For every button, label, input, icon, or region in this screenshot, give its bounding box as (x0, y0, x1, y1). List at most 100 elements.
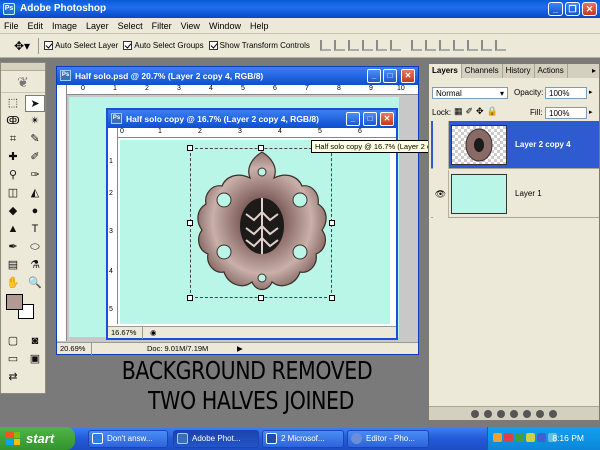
transform-handle[interactable] (187, 220, 193, 226)
status-arrow-icon[interactable]: ▶ (237, 343, 243, 355)
adjustment-layer-icon[interactable] (510, 409, 518, 418)
blur-tool-icon[interactable]: ◆ (3, 203, 23, 220)
status-arrow-icon[interactable]: ◉ (150, 327, 157, 339)
tab-layers[interactable]: Layers (429, 64, 462, 78)
menu-help[interactable]: Help (250, 21, 269, 31)
distribute-buttons[interactable] (410, 40, 506, 51)
hand-tool-icon[interactable]: ✋ (3, 275, 23, 292)
document-title-bar[interactable]: Ps Half solo copy @ 16.7% (Layer 2 copy … (108, 110, 396, 128)
tray-icon[interactable] (504, 433, 513, 442)
menu-filter[interactable]: Filter (152, 21, 172, 31)
shape-tool-icon[interactable]: ⬭ (25, 239, 45, 256)
marquee-tool-icon[interactable]: ⬚ (3, 95, 23, 112)
tab-actions[interactable]: Actions (535, 64, 568, 78)
new-group-icon[interactable] (523, 409, 531, 418)
show-transform-controls-checkbox[interactable] (208, 41, 218, 50)
transform-handle[interactable] (329, 220, 335, 226)
transform-handle[interactable] (329, 295, 335, 301)
menu-window[interactable]: Window (209, 21, 241, 31)
foreground-color-swatch[interactable] (6, 294, 23, 310)
standard-mode-icon[interactable]: ▢ (3, 333, 23, 350)
tray-icon[interactable] (515, 433, 524, 442)
layer-name[interactable]: Layer 1 (515, 170, 542, 218)
transform-handle[interactable] (187, 145, 193, 151)
eye-icon[interactable]: 👁 (433, 170, 449, 218)
layer-mask-icon[interactable] (497, 409, 505, 418)
tray-icon[interactable] (537, 433, 546, 442)
healing-brush-icon[interactable]: ✚ (3, 149, 23, 166)
zoom-tool-icon[interactable]: 🔍 (25, 275, 45, 292)
opacity-arrow-icon[interactable]: ▸ (589, 88, 593, 96)
doc-maximize-button[interactable]: □ (363, 112, 377, 126)
type-tool-icon[interactable]: T (25, 221, 45, 238)
taskbar-item-editor[interactable]: Editor - Pho... (347, 430, 429, 448)
layer-style-icon[interactable] (484, 409, 492, 418)
bucket-tool-icon[interactable]: ◭ (25, 185, 45, 202)
doc-close-button[interactable]: ✕ (401, 69, 415, 83)
menu-file[interactable]: File (4, 21, 19, 31)
transform-handle[interactable] (187, 295, 193, 301)
close-button[interactable]: ✕ (582, 2, 597, 16)
layer-row-layer-1[interactable]: 👁 Layer 1 (431, 170, 599, 218)
menu-view[interactable]: View (181, 21, 200, 31)
doc-maximize-button[interactable]: □ (383, 69, 397, 83)
magic-wand-tool-icon[interactable]: ✴ (25, 113, 45, 130)
menu-image[interactable]: Image (52, 21, 77, 31)
visibility-toggle[interactable] (433, 121, 449, 169)
doc-close-button[interactable]: ✕ (380, 112, 394, 126)
canvas-front[interactable] (120, 140, 390, 324)
fill-arrow-icon[interactable]: ▸ (589, 108, 593, 116)
history-brush-icon[interactable]: ✑ (25, 167, 45, 184)
screen-mode-icon[interactable]: ▭ (3, 351, 23, 368)
move-tool-icon[interactable]: ➤ (25, 95, 45, 112)
taskbar-item-adobe-photoshop[interactable]: Adobe Phot... (173, 430, 259, 448)
path-select-icon[interactable]: ▲ (3, 221, 23, 238)
tray-icon[interactable] (493, 433, 502, 442)
panel-menu-icon[interactable]: ▸ (589, 64, 599, 78)
tray-icon[interactable] (526, 433, 535, 442)
menu-edit[interactable]: Edit (28, 21, 44, 31)
pen-tool-icon[interactable]: ✒ (3, 239, 23, 256)
move-tool-icon[interactable]: ✥▾ (14, 39, 30, 53)
layer-name[interactable]: Layer 2 copy 4 (515, 121, 571, 169)
crop-tool-icon[interactable]: ⌗ (3, 131, 23, 148)
taskbar-item-dont-answer[interactable]: Don't answ... (88, 430, 168, 448)
jump-to-imageready-icon[interactable]: ⇄ (3, 369, 23, 386)
new-layer-icon[interactable] (536, 409, 544, 418)
fill-input[interactable]: 100% (545, 107, 587, 119)
tab-history[interactable]: History (503, 64, 535, 78)
notes-tool-icon[interactable]: ▤ (3, 257, 23, 274)
transform-handle[interactable] (258, 295, 264, 301)
align-buttons[interactable] (319, 40, 401, 51)
brush-tool-icon[interactable]: ✐ (25, 149, 45, 166)
auto-select-layer-checkbox[interactable] (44, 41, 54, 50)
start-button[interactable]: start (0, 427, 75, 450)
eyedropper-icon[interactable]: ⚗ (25, 257, 45, 274)
blend-mode-select[interactable]: Normal ▾ (432, 87, 508, 99)
document-title-bar[interactable]: Ps Half solo.psd @ 20.7% (Layer 2 copy 4… (57, 67, 418, 85)
layer-row-layer-2-copy-4[interactable]: Layer 2 copy 4 (431, 121, 599, 169)
dodge-tool-icon[interactable]: ● (25, 203, 45, 220)
menu-layer[interactable]: Layer (86, 21, 109, 31)
zoom-level[interactable]: 20.69% (60, 343, 93, 355)
transform-handle[interactable] (258, 145, 264, 151)
auto-select-groups-checkbox[interactable] (123, 41, 133, 50)
clock[interactable]: 8:16 PM (552, 427, 584, 450)
full-screen-icon[interactable]: ▣ (25, 351, 45, 368)
quick-mask-icon[interactable]: ◙ (25, 333, 45, 350)
slice-tool-icon[interactable]: ✎ (25, 131, 45, 148)
minimize-button[interactable]: _ (548, 2, 563, 16)
doc-minimize-button[interactable]: _ (367, 69, 381, 83)
lasso-tool-icon[interactable]: ↂ (3, 113, 23, 130)
taskbar-item-microsoft-word[interactable]: 2 Microsof... (262, 430, 344, 448)
stamp-tool-icon[interactable]: ⚲ (3, 167, 23, 184)
opacity-input[interactable]: 100% (545, 87, 587, 99)
restore-button[interactable]: ❐ (565, 2, 580, 16)
link-layers-icon[interactable] (471, 409, 479, 418)
zoom-level[interactable]: 16.67% (111, 327, 144, 339)
eraser-tool-icon[interactable]: ◫ (3, 185, 23, 202)
tab-channels[interactable]: Channels (462, 64, 503, 78)
doc-minimize-button[interactable]: _ (346, 112, 360, 126)
menu-select[interactable]: Select (118, 21, 143, 31)
lock-icons[interactable]: ▦✐✥🔒 (454, 106, 501, 117)
